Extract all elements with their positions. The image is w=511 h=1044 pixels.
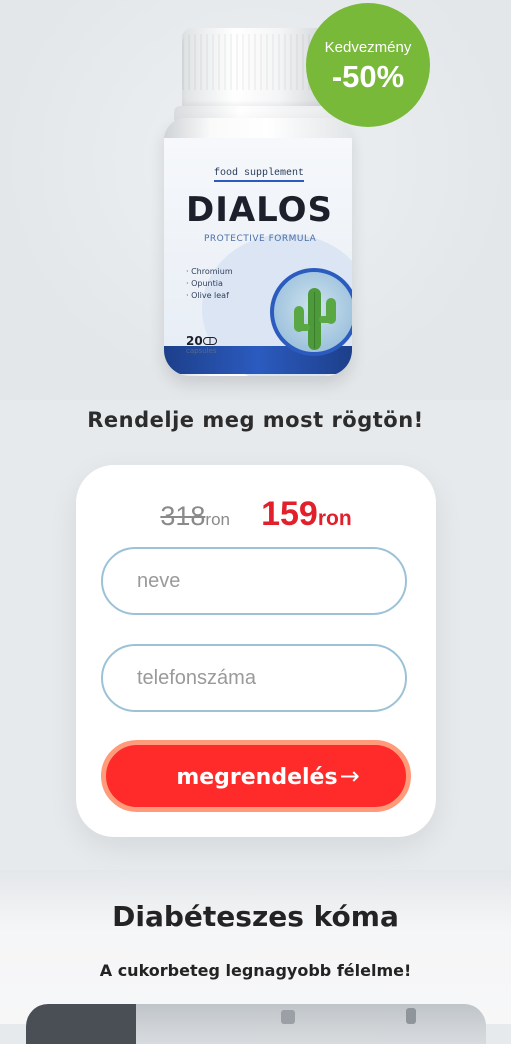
phone-input[interactable] [101, 644, 407, 712]
old-price: 318ron [160, 501, 230, 531]
section-photo [26, 1004, 486, 1044]
capsule-icon [202, 337, 217, 345]
discount-percent: -50% [331, 59, 405, 94]
cactus-icon [270, 268, 352, 356]
name-input[interactable] [101, 547, 407, 615]
info-section: Diabéteszes kóma A cukorbeteg legnagyobb… [0, 870, 511, 1044]
bottle-body: food supplement DIALOS PROTECTIVE FORMUL… [164, 118, 352, 376]
price-row: 318ron 159ron [76, 495, 436, 534]
hero-section: food supplement DIALOS PROTECTIVE FORMUL… [0, 0, 511, 400]
order-form-card: 318ron 159ron megrendelés→ [76, 465, 436, 837]
ingredient-item: · Opuntia [186, 279, 223, 288]
new-price: 159ron [261, 495, 352, 533]
discount-badge: Kedvezmény -50% [306, 3, 430, 127]
product-brand: DIALOS [186, 190, 334, 230]
bottle-label: food supplement DIALOS PROTECTIVE FORMUL… [164, 138, 352, 376]
discount-label: Kedvezmény [324, 39, 412, 56]
order-headline: Rendelje meg most rögtön! [87, 408, 424, 432]
arrow-right-icon: → [339, 762, 360, 790]
ingredient-list: · Chromium · Opuntia · Olive leaf [186, 266, 233, 302]
section-subtitle: A cukorbeteg legnagyobb félelme! [99, 961, 412, 980]
capsule-count: 20 capsules [186, 334, 217, 355]
ingredient-item: · Chromium [186, 267, 233, 276]
capsule-word: capsules [186, 347, 217, 355]
label-tag: food supplement [214, 168, 305, 182]
order-button[interactable]: megrendelés→ [101, 740, 411, 812]
product-formula: PROTECTIVE FORMULA [204, 234, 317, 244]
ingredient-item: · Olive leaf [186, 291, 229, 300]
section-title: Diabéteszes kóma [112, 900, 399, 933]
order-button-label: megrendelés [176, 765, 338, 790]
